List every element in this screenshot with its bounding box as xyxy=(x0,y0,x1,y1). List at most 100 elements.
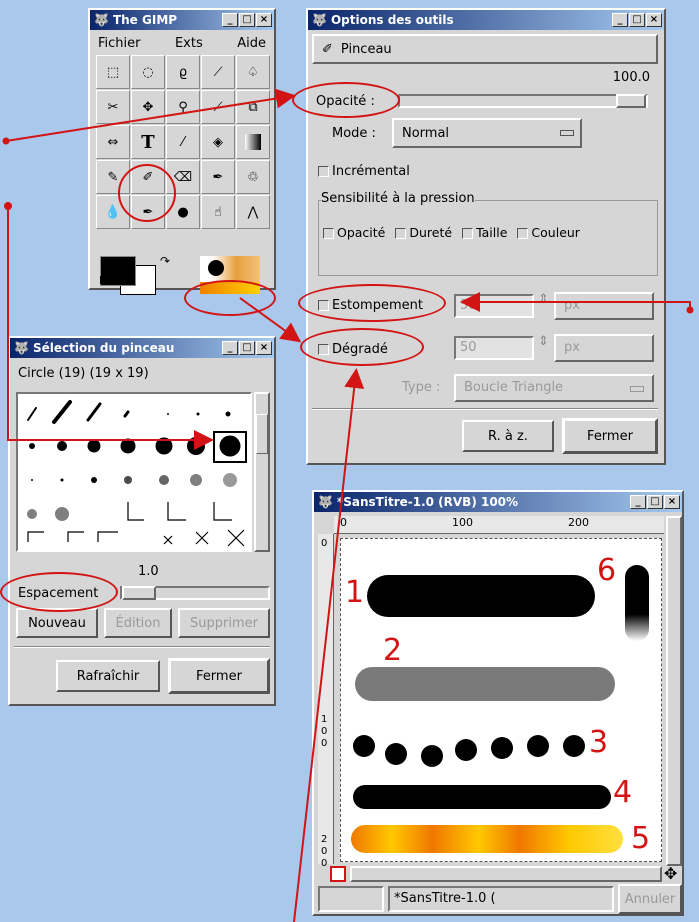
image-title: *SansTitre-1.0 (RVB) 100% xyxy=(336,495,519,509)
toolbox-titlebar[interactable]: 🐺 The GIMP _ □ × xyxy=(90,10,274,30)
stroke-4 xyxy=(353,785,611,809)
spacing-slider-handle[interactable] xyxy=(122,586,156,600)
maximize-button[interactable]: □ xyxy=(239,13,255,27)
swap-colors-icon[interactable]: ↷ xyxy=(160,254,170,268)
image-vscrollbar[interactable] xyxy=(666,516,682,866)
ruler-label: 100 xyxy=(452,516,473,529)
edit-brush-button[interactable]: Édition xyxy=(104,608,172,638)
highlight-spacing xyxy=(0,572,118,612)
close-button[interactable]: × xyxy=(256,13,272,27)
options-titlebar[interactable]: 🐺 Options des outils _ □ × xyxy=(308,10,664,30)
smudge-icon[interactable]: ☝ xyxy=(201,195,235,229)
maximize-button[interactable]: □ xyxy=(629,13,645,27)
pressure-group: Sensibilité à la pression Opacité Dureté… xyxy=(318,191,658,276)
fade-spin-icon[interactable]: ⇕ xyxy=(538,292,549,307)
checkbox-icon xyxy=(395,228,407,239)
toolbox-menubar: Fichier Exts Aide xyxy=(90,30,274,55)
brush-scrollbar[interactable] xyxy=(254,392,270,552)
highlight-paintbrush xyxy=(118,164,176,222)
type-dropdown[interactable]: Boucle Triangle xyxy=(454,374,654,402)
pressure-hardness-checkbox[interactable]: Dureté xyxy=(395,225,452,240)
opacity-slider[interactable] xyxy=(398,94,648,108)
quickmask-icon[interactable] xyxy=(330,866,346,882)
highlight-fade xyxy=(298,284,446,322)
maximize-button[interactable]: □ xyxy=(647,495,663,509)
text-icon[interactable]: T xyxy=(131,125,165,159)
brush-titlebar[interactable]: 🐺 Sélection du pinceau _ □ × xyxy=(10,338,274,358)
ruler-label: 0 xyxy=(321,726,328,737)
scissors-icon[interactable]: ✂ xyxy=(96,90,130,124)
opacity-slider-handle[interactable] xyxy=(616,94,646,108)
menu-aide[interactable]: Aide xyxy=(237,36,266,51)
refresh-button[interactable]: Rafraîchir xyxy=(56,660,160,692)
rect-select-icon[interactable]: ⬚ xyxy=(96,55,130,89)
magnify-icon[interactable]: ⚲ xyxy=(166,90,200,124)
minimize-button[interactable]: _ xyxy=(222,341,238,355)
clone-icon[interactable]: ♲ xyxy=(236,160,270,194)
delete-brush-button[interactable]: Supprimer xyxy=(178,608,270,638)
incremental-checkbox[interactable]: Incrémental xyxy=(318,164,410,179)
close-button[interactable]: × xyxy=(646,13,662,27)
pressure-size-checkbox[interactable]: Taille xyxy=(462,225,507,240)
minimize-button[interactable]: _ xyxy=(630,495,646,509)
image-canvas[interactable]: 1 2 3 4 5 6 xyxy=(340,538,662,862)
color-picker-icon[interactable]: ⁄ xyxy=(166,125,200,159)
brush-grid[interactable] xyxy=(16,392,252,552)
tool-name: Pinceau xyxy=(340,41,392,57)
pressure-size-label: Taille xyxy=(476,225,508,240)
airbrush-icon[interactable]: ✒ xyxy=(201,160,235,194)
ruler-label: 0 xyxy=(321,738,328,749)
move-icon[interactable]: ✥ xyxy=(131,90,165,124)
pressure-hardness-label: Dureté xyxy=(409,225,453,240)
stroke-2 xyxy=(355,667,615,701)
fade-input[interactable]: 50 xyxy=(454,294,534,318)
ellipse-select-icon[interactable]: ◌ xyxy=(131,55,165,89)
flip-icon[interactable]: ⇔ xyxy=(96,125,130,159)
gradient-icon[interactable] xyxy=(236,125,270,159)
new-brush-button[interactable]: Nouveau xyxy=(16,608,98,638)
highlight-gradient-indicator xyxy=(184,280,276,316)
brush-dot-icon xyxy=(208,260,224,276)
measure-icon[interactable]: ⋀ xyxy=(236,195,270,229)
minimize-button[interactable]: _ xyxy=(612,13,628,27)
cancel-button[interactable]: Annuler xyxy=(618,884,682,914)
spacing-slider[interactable] xyxy=(120,586,270,600)
pressure-title: Sensibilité à la pression xyxy=(321,191,475,206)
reset-button[interactable]: R. à z. xyxy=(462,420,554,452)
fade-unit-dropdown[interactable]: px xyxy=(554,292,654,320)
reset-colors-icon[interactable] xyxy=(100,276,108,284)
pressure-opacity-checkbox[interactable]: Opacité xyxy=(323,225,385,240)
image-titlebar[interactable]: 🐺 *SansTitre-1.0 (RVB) 100% _ □ × xyxy=(314,492,682,512)
tool-options-window: 🐺 Options des outils _ □ × ✐ Pinceau 100… xyxy=(306,8,666,465)
lasso-icon[interactable]: ϱ xyxy=(166,55,200,89)
close-options-button[interactable]: Fermer xyxy=(562,418,658,454)
maximize-button[interactable]: □ xyxy=(239,341,255,355)
top-ruler[interactable]: 0 100 200 xyxy=(334,516,664,534)
menu-fichier[interactable]: Fichier xyxy=(98,36,141,51)
ruler-label: 0 xyxy=(340,516,347,529)
image-window: 🐺 *SansTitre-1.0 (RVB) 100% _ □ × 0 100 … xyxy=(312,490,684,916)
close-button[interactable]: × xyxy=(664,495,680,509)
minimize-button[interactable]: _ xyxy=(222,13,238,27)
crop-icon[interactable]: ⟋ xyxy=(201,90,235,124)
current-brush-info: Circle (19) (19 x 19) xyxy=(18,366,149,381)
menu-exts[interactable]: Exts xyxy=(175,36,203,51)
image-hscrollbar[interactable] xyxy=(350,866,662,882)
status-text: *SansTitre-1.0 ( xyxy=(388,886,614,912)
gradient-unit: px xyxy=(564,340,580,355)
mode-dropdown[interactable]: Normal xyxy=(392,118,582,148)
gradient-unit-dropdown[interactable]: px xyxy=(554,334,654,362)
bucket-fill-icon[interactable]: ◈ xyxy=(201,125,235,159)
gradient-input[interactable]: 50 xyxy=(454,336,534,360)
close-brush-button[interactable]: Fermer xyxy=(168,658,270,694)
bezier-select-icon[interactable]: ♤ xyxy=(236,55,270,89)
close-button[interactable]: × xyxy=(256,341,272,355)
scroll-thumb[interactable] xyxy=(256,414,268,454)
checkbox-icon xyxy=(517,228,529,239)
gradient-spin-icon[interactable]: ⇕ xyxy=(538,334,549,349)
navigate-icon[interactable]: ✥ xyxy=(664,864,677,883)
pressure-color-checkbox[interactable]: Couleur xyxy=(517,225,580,240)
transform-icon[interactable]: ⧉ xyxy=(236,90,270,124)
left-ruler[interactable]: 0 1 0 0 2 0 0 xyxy=(318,534,334,869)
fuzzy-select-icon[interactable]: ⟋ xyxy=(201,55,235,89)
